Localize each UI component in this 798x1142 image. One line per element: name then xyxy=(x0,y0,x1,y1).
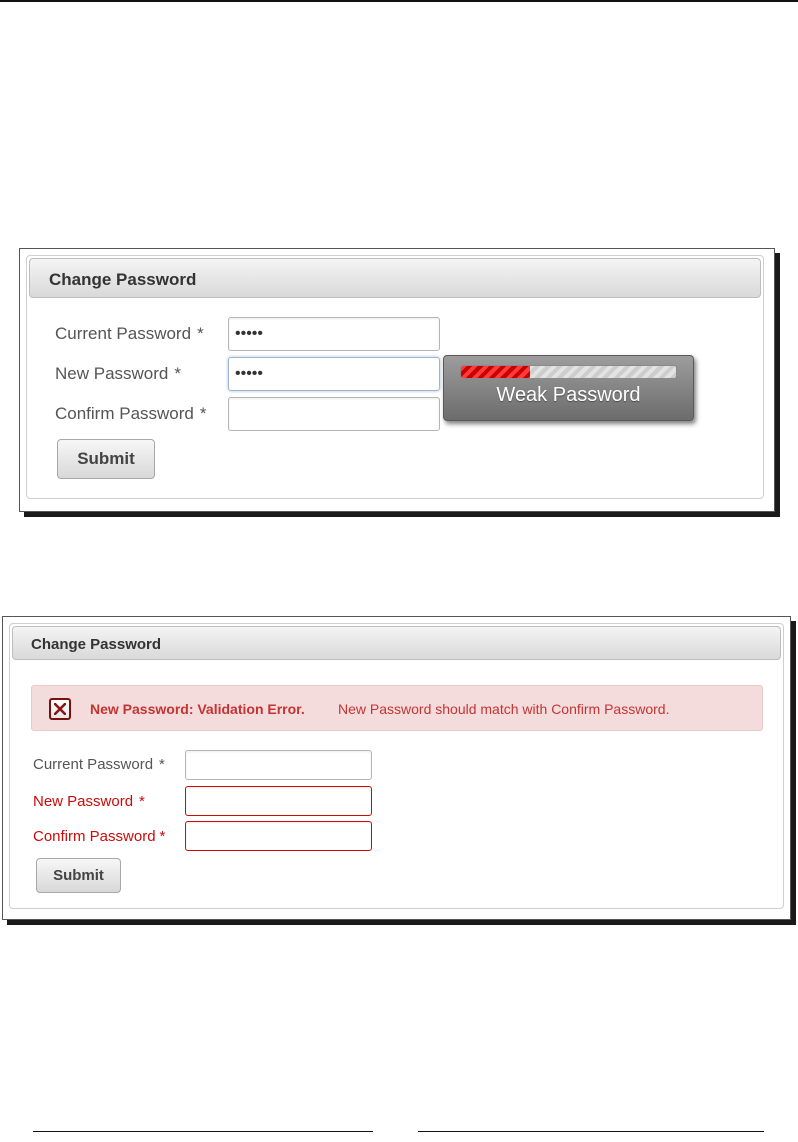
screenshot-strength-meter: Change Password Current Password* New Pa… xyxy=(19,248,775,512)
page-bottom-rule-right xyxy=(418,1131,764,1132)
page-bottom-rule-left xyxy=(33,1131,373,1132)
error-x-icon xyxy=(49,698,71,720)
current-password-label: Current Password * xyxy=(33,756,165,773)
error-x-glyph xyxy=(54,703,66,715)
confirm-password-label: Confirm Password * xyxy=(33,828,166,845)
submit-button[interactable]: Submit xyxy=(57,439,155,479)
change-password-panel: Change Password Current Password* New Pa… xyxy=(26,255,764,499)
error-summary: New Password: Validation Error. xyxy=(90,701,305,717)
new-password-label: New Password * xyxy=(33,793,145,810)
strength-label: Weak Password xyxy=(496,384,641,406)
required-marker: * xyxy=(159,828,166,845)
strength-meter-fill xyxy=(461,366,530,378)
panel-header: Change Password xyxy=(29,258,761,298)
panel-title: Change Password xyxy=(31,636,162,653)
confirm-password-input[interactable] xyxy=(228,397,440,431)
new-password-input[interactable] xyxy=(185,786,372,816)
strength-meter xyxy=(460,365,677,379)
current-password-input[interactable] xyxy=(185,750,372,780)
submit-button[interactable]: Submit xyxy=(36,858,121,893)
error-detail: New Password should match with Confirm P… xyxy=(338,701,670,717)
current-password-label: Current Password * xyxy=(55,324,204,343)
required-marker: * xyxy=(199,404,207,423)
panel-header: Change Password xyxy=(12,626,781,660)
required-marker: * xyxy=(197,324,204,343)
password-strength-tooltip: Weak Password xyxy=(443,355,694,421)
page-top-rule xyxy=(0,0,798,2)
confirm-password-input[interactable] xyxy=(185,821,372,851)
required-marker: * xyxy=(159,756,165,773)
required-marker: * xyxy=(139,793,145,810)
panel-title: Change Password xyxy=(49,270,197,289)
current-password-input[interactable] xyxy=(228,317,440,351)
screenshot-validation-error: Change Password New Password: Validation… xyxy=(2,616,791,920)
required-marker: * xyxy=(174,364,181,383)
confirm-password-label: Confirm Password * xyxy=(55,404,207,423)
new-password-input[interactable] xyxy=(228,357,440,391)
change-password-panel: Change Password New Password: Validation… xyxy=(9,623,784,909)
validation-error-message: New Password: Validation Error. New Pass… xyxy=(31,685,763,731)
new-password-label: New Password * xyxy=(55,364,181,383)
